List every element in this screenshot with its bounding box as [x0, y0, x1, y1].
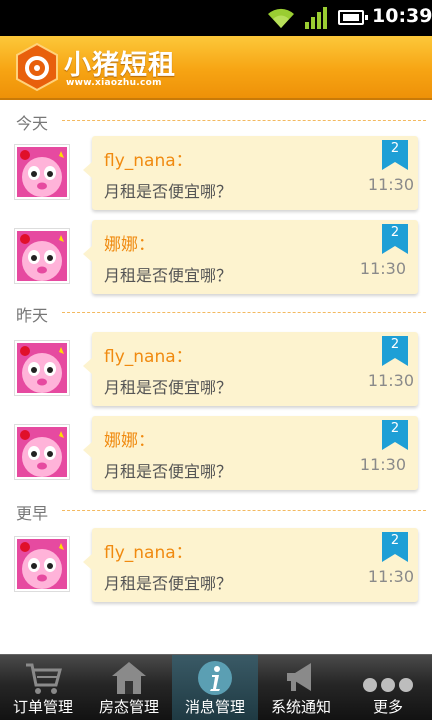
section-header-today: 今天 — [0, 106, 432, 136]
unread-count: 2 — [390, 337, 400, 352]
message-bubble[interactable]: 娜娜： 月租是否便宜哪？ 11:30 2 — [83, 416, 418, 490]
message-bubble[interactable]: fly_nana： 月租是否便宜哪？ 11:30 2 — [83, 332, 418, 406]
unread-count: 2 — [390, 533, 400, 548]
brand-url: www.xiaozhu.com — [66, 78, 162, 88]
tab-more[interactable]: 更多 — [344, 655, 432, 720]
pig-avatar-icon — [17, 231, 67, 281]
message-list[interactable]: 今天 fly_nana： 月租是否便宜哪？ 11:30 2 娜娜： 月租是否便宜… — [0, 102, 432, 654]
sender-name: fly_nana： — [104, 151, 193, 171]
section-label: 今天 — [16, 114, 49, 133]
message-time: 11:30 — [367, 371, 414, 390]
sender-name: 娜娜： — [104, 431, 155, 451]
message-preview: 月租是否便宜哪？ — [104, 462, 233, 481]
tab-label: 系统通知 — [270, 698, 331, 716]
message-preview: 月租是否便宜哪？ — [104, 182, 233, 201]
logo-icon — [16, 42, 58, 92]
avatar[interactable] — [14, 340, 70, 396]
tab-label: 订单管理 — [12, 698, 73, 716]
message-row[interactable]: 娜娜： 月租是否便宜哪？ 11:30 2 — [0, 416, 432, 500]
status-time: 10:39 — [372, 5, 432, 27]
message-row[interactable]: fly_nana： 月租是否便宜哪？ 11:30 2 — [0, 528, 432, 612]
unread-count: 2 — [390, 141, 400, 156]
section-divider — [62, 510, 426, 511]
pig-avatar-icon — [17, 539, 67, 589]
message-row[interactable]: fly_nana： 月租是否便宜哪？ 11:30 2 — [0, 332, 432, 416]
avatar[interactable] — [14, 536, 70, 592]
message-time: 11:30 — [367, 175, 414, 194]
message-time: 11:30 — [367, 567, 414, 586]
message-preview: 月租是否便宜哪？ — [104, 378, 233, 397]
wifi-icon — [268, 8, 294, 28]
message-bubble[interactable]: 娜娜： 月租是否便宜哪？ 11:30 2 — [83, 220, 418, 294]
section-header-earlier: 更早 — [0, 496, 432, 526]
tab-orders[interactable]: 订单管理 — [0, 655, 86, 720]
message-row[interactable]: 娜娜： 月租是否便宜哪？ 11:30 2 — [0, 220, 432, 304]
tab-label: 更多 — [372, 698, 403, 716]
section-header-yesterday: 昨天 — [0, 298, 432, 328]
section-divider — [62, 120, 426, 121]
message-time: 11:30 — [359, 455, 406, 474]
house-icon — [112, 662, 146, 694]
sender-name: 娜娜： — [104, 235, 155, 255]
brand-name: 小猪短租 — [64, 50, 176, 81]
info-icon — [198, 661, 232, 695]
pig-avatar-icon — [17, 147, 67, 197]
message-row[interactable]: fly_nana： 月租是否便宜哪？ 11:30 2 — [0, 136, 432, 220]
avatar[interactable] — [14, 424, 70, 480]
avatar[interactable] — [14, 228, 70, 284]
unread-count: 2 — [390, 421, 400, 436]
app-header: 小猪短租 www.xiaozhu.com — [0, 36, 432, 100]
section-label: 昨天 — [16, 306, 49, 325]
bottom-tab-bar: 订单管理 房态管理 消息管理 系统通知 更多 — [0, 654, 432, 720]
signal-icon — [305, 7, 327, 29]
message-preview: 月租是否便宜哪？ — [104, 266, 233, 285]
section-label: 更早 — [16, 504, 49, 523]
unread-count: 2 — [390, 225, 400, 240]
battery-icon — [338, 10, 368, 25]
tab-notifications[interactable]: 系统通知 — [258, 655, 344, 720]
message-time: 11:30 — [359, 259, 406, 278]
more-icon — [363, 678, 413, 692]
tab-messages[interactable]: 消息管理 — [172, 655, 258, 720]
sender-name: fly_nana： — [104, 347, 193, 367]
sender-name: fly_nana： — [104, 543, 193, 563]
tab-room-status[interactable]: 房态管理 — [86, 655, 172, 720]
pig-avatar-icon — [17, 343, 67, 393]
avatar[interactable] — [14, 144, 70, 200]
megaphone-icon — [287, 663, 311, 691]
message-bubble[interactable]: fly_nana： 月租是否便宜哪？ 11:30 2 — [83, 136, 418, 210]
message-bubble[interactable]: fly_nana： 月租是否便宜哪？ 11:30 2 — [83, 528, 418, 602]
tab-label: 消息管理 — [184, 698, 245, 716]
tab-label: 房态管理 — [98, 698, 159, 716]
status-bar: 10:39 — [0, 0, 432, 36]
message-preview: 月租是否便宜哪？ — [104, 574, 233, 593]
pig-avatar-icon — [17, 427, 67, 477]
section-divider — [62, 312, 426, 313]
cart-icon — [26, 663, 62, 694]
